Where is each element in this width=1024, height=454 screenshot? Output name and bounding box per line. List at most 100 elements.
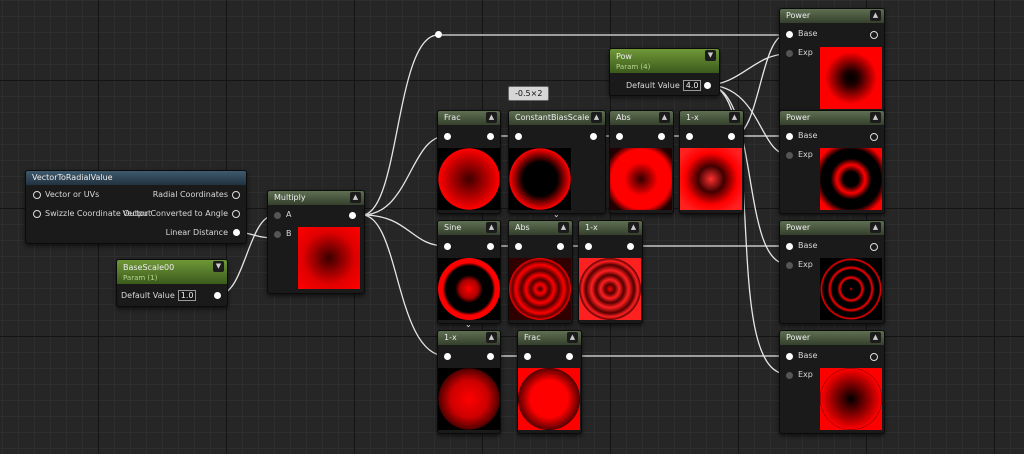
node-header[interactable]: ConstantBiasScale ▲ — [509, 111, 605, 125]
default-value-row: Default Value 4.0 — [626, 80, 702, 91]
input-pin[interactable] — [444, 353, 451, 360]
default-value-label: Default Value — [626, 81, 680, 90]
output-pin-radial-coordinates[interactable] — [232, 191, 240, 199]
node-header[interactable]: Frac ▲ — [518, 331, 581, 345]
abs-node-2[interactable]: Abs ▲ — [508, 220, 573, 324]
default-value-field[interactable]: 1.0 — [177, 290, 197, 301]
chevron-down-icon[interactable]: ▼ — [213, 261, 224, 272]
output-pin[interactable] — [590, 133, 597, 140]
output-pin[interactable] — [487, 243, 494, 250]
one-minus-x-node[interactable]: 1-x ▲ — [679, 110, 744, 214]
chevron-up-icon[interactable]: ▲ — [591, 112, 602, 123]
power-node-4[interactable]: Power ▲ Base Exp — [779, 330, 885, 434]
input-pin[interactable] — [616, 133, 623, 140]
input-pin[interactable] — [444, 133, 451, 140]
node-header[interactable]: 1-x ▲ — [579, 221, 642, 235]
node-header[interactable]: BaseScale00 Param (1) ▼ — [117, 260, 227, 284]
input-pin-exp[interactable] — [786, 372, 793, 379]
input-pin-base[interactable] — [786, 243, 793, 250]
reroute-knot[interactable] — [435, 31, 442, 38]
chevron-up-icon[interactable]: ▲ — [870, 222, 881, 233]
preview-thumbnail — [680, 148, 742, 210]
input-pin-exp[interactable] — [786, 152, 793, 159]
output-pin-linear-distance[interactable] — [233, 229, 240, 236]
power-node-2[interactable]: Power ▲ Base Exp — [779, 110, 885, 214]
input-pin-base[interactable] — [786, 31, 793, 38]
input-pin-swizzle[interactable] — [33, 210, 41, 218]
output-pin[interactable] — [870, 133, 878, 141]
output-pin[interactable] — [566, 353, 573, 360]
chevron-up-icon[interactable]: ▲ — [486, 332, 497, 343]
frac-node-2[interactable]: Frac ▲ — [517, 330, 582, 434]
one-minus-x-node-2[interactable]: 1-x ▲ — [578, 220, 643, 324]
chevron-up-icon[interactable]: ▲ — [729, 112, 740, 123]
input-pin-a[interactable] — [274, 212, 281, 219]
input-pin-base[interactable] — [786, 353, 793, 360]
output-pin[interactable] — [557, 243, 564, 250]
chevron-down-icon[interactable]: ▼ — [705, 50, 716, 61]
chevron-up-icon[interactable]: ▲ — [870, 10, 881, 21]
input-pin[interactable] — [515, 243, 522, 250]
constant-bias-scale-node[interactable]: ConstantBiasScale ▲ — [508, 110, 606, 214]
chevron-up-icon[interactable]: ▲ — [659, 112, 670, 123]
chevron-up-icon[interactable]: ▲ — [350, 192, 361, 203]
output-pin[interactable] — [728, 133, 735, 140]
power-node-1[interactable]: Power ▲ Base Exp — [779, 8, 885, 114]
input-pin[interactable] — [585, 243, 592, 250]
node-header[interactable]: 1-x ▲ — [438, 331, 500, 345]
node-header[interactable]: Power ▲ — [780, 9, 884, 23]
node-header[interactable]: 1-x ▲ — [680, 111, 743, 125]
node-header[interactable]: Power ▲ — [780, 111, 884, 125]
sine-node[interactable]: Sine ▲ — [437, 220, 501, 324]
output-pin[interactable] — [349, 212, 356, 219]
input-label-base: Base — [798, 29, 818, 38]
node-header[interactable]: Abs ▲ — [509, 221, 572, 235]
chevron-down-icon[interactable]: ⌄ — [553, 210, 560, 219]
output-pin[interactable] — [214, 292, 221, 299]
pow-param-node[interactable]: Pow Param (4) ▼ Default Value 4.0 — [609, 48, 720, 96]
input-pin-exp[interactable] — [786, 262, 793, 269]
input-pin[interactable] — [686, 133, 693, 140]
chevron-up-icon[interactable]: ▲ — [870, 112, 881, 123]
input-pin[interactable] — [515, 133, 522, 140]
chevron-up-icon[interactable]: ▲ — [567, 332, 578, 343]
output-pin[interactable] — [487, 353, 494, 360]
node-header[interactable]: VectorToRadialValue — [26, 171, 246, 185]
chevron-down-icon[interactable]: ⌄ — [465, 320, 472, 329]
default-value-field[interactable]: 4.0 — [682, 80, 702, 91]
abs-node[interactable]: Abs ▲ — [609, 110, 674, 214]
input-pin-exp[interactable] — [786, 50, 793, 57]
multiply-node[interactable]: Multiply ▲ A B — [267, 190, 365, 294]
output-pin[interactable] — [658, 133, 665, 140]
chevron-up-icon[interactable]: ▲ — [870, 332, 881, 343]
output-pin[interactable] — [704, 82, 711, 89]
chevron-up-icon[interactable]: ▲ — [486, 222, 497, 233]
output-pin[interactable] — [870, 353, 878, 361]
output-pin[interactable] — [487, 133, 494, 140]
input-pin[interactable] — [524, 353, 531, 360]
input-pin[interactable] — [444, 243, 451, 250]
chevron-up-icon[interactable]: ▲ — [486, 112, 497, 123]
vector-to-radial-value-node[interactable]: VectorToRadialValue Vector or UVs Swizzl… — [25, 170, 247, 244]
input-label-a: A — [286, 210, 292, 219]
output-pin[interactable] — [627, 243, 634, 250]
node-header[interactable]: Pow Param (4) ▼ — [610, 49, 719, 73]
output-pin[interactable] — [870, 31, 878, 39]
input-pin-vector-or-uvs[interactable] — [33, 191, 41, 199]
node-header[interactable]: Frac ▲ — [438, 111, 500, 125]
output-pin-vector-converted[interactable] — [232, 210, 240, 218]
output-pin[interactable] — [870, 243, 878, 251]
chevron-up-icon[interactable]: ▲ — [628, 222, 639, 233]
chevron-up-icon[interactable]: ▲ — [558, 222, 569, 233]
power-node-3[interactable]: Power ▲ Base Exp — [779, 220, 885, 324]
input-pin-b[interactable] — [274, 231, 281, 238]
node-header[interactable]: Power ▲ — [780, 221, 884, 235]
input-pin-base[interactable] — [786, 133, 793, 140]
node-header[interactable]: Sine ▲ — [438, 221, 500, 235]
one-minus-x-node-3[interactable]: 1-x ▲ — [437, 330, 501, 434]
base-scale-param-node[interactable]: BaseScale00 Param (1) ▼ Default Value 1.0 — [116, 259, 228, 307]
frac-node[interactable]: Frac ▲ — [437, 110, 501, 214]
node-header[interactable]: Power ▲ — [780, 331, 884, 345]
node-header[interactable]: Multiply ▲ — [268, 191, 364, 205]
node-header[interactable]: Abs ▲ — [610, 111, 673, 125]
